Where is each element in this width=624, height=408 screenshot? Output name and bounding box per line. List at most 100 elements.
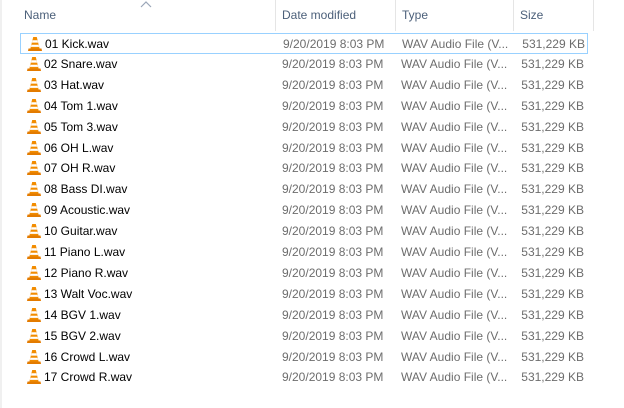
file-row[interactable]: 15 BGV 2.wav 9/20/2019 8:03 PM WAV Audio F… <box>20 326 588 347</box>
file-date-modified: 9/20/2019 8:03 PM <box>282 349 384 364</box>
file-name: 08 Bass DI.wav <box>44 182 128 197</box>
file-size: 531,229 KB <box>521 140 584 155</box>
file-type: WAV Audio File (V... <box>401 161 508 176</box>
file-name: 03 Hat.wav <box>44 77 105 92</box>
file-size: 531,229 KB <box>521 203 584 218</box>
vlc-cone-icon <box>26 328 42 345</box>
file-date-modified: 9/20/2019 8:03 PM <box>282 98 384 113</box>
file-row[interactable]: 08 Bass DI.wav 9/20/2019 8:03 PM WAV Audio… <box>20 179 588 200</box>
vlc-cone-icon <box>26 77 42 94</box>
file-name: 13 Walt Voc.wav <box>44 286 133 301</box>
file-size: 531,229 KB <box>522 37 585 51</box>
vlc-cone-icon <box>26 56 42 73</box>
file-name: 10 Guitar.wav <box>44 224 118 239</box>
file-type: WAV Audio File (V... <box>401 140 508 155</box>
vlc-cone-icon <box>26 119 42 136</box>
file-row[interactable]: 03 Hat.wav 9/20/2019 8:03 PM WAV Audio Fil… <box>20 75 588 96</box>
sort-ascending-icon <box>140 1 152 8</box>
vlc-cone-icon <box>26 223 42 240</box>
vlc-cone-icon <box>27 36 43 53</box>
file-type: WAV Audio File (V... <box>401 245 508 259</box>
column-header-bar: Name Date modified Type Size <box>0 0 624 31</box>
file-type: WAV Audio File (V... <box>401 77 508 92</box>
file-row[interactable]: 14 BGV 1.wav 9/20/2019 8:03 PM WAV Audio F… <box>20 305 588 326</box>
file-name: 06 OH L.wav <box>44 140 114 155</box>
file-row[interactable]: 05 Tom 3.wav 9/20/2019 8:03 PM WAV Audio F… <box>20 117 588 138</box>
window-left-edge <box>0 0 2 408</box>
vlc-cone-icon <box>26 286 42 303</box>
file-size: 531,229 KB <box>521 56 584 71</box>
file-name: 02 Snare.wav <box>44 56 118 71</box>
vlc-cone-icon <box>26 307 42 324</box>
file-type: WAV Audio File (V... <box>401 349 508 364</box>
column-header-date-modified[interactable]: Date modified <box>276 0 396 31</box>
file-row[interactable]: 13 Walt Voc.wav 9/20/2019 8:03 PM WAV Audi… <box>20 284 588 305</box>
file-row[interactable]: 17 Crowd R.wav 9/20/2019 8:03 PM WAV Audio… <box>20 367 588 388</box>
file-size: 531,229 KB <box>521 265 584 280</box>
vlc-cone-icon <box>26 202 42 219</box>
file-date-modified: 9/20/2019 8:03 PM <box>282 307 384 322</box>
column-header-size-label: Size <box>520 8 544 22</box>
column-header-name-label: Name <box>24 8 57 22</box>
file-type: WAV Audio File (V... <box>401 119 508 134</box>
file-row[interactable]: 07 OH R.wav 9/20/2019 8:03 PM WAV Audio Fi… <box>20 158 588 179</box>
file-row[interactable]: 16 Crowd L.wav 9/20/2019 8:03 PM WAV Audio… <box>20 347 588 368</box>
file-size: 531,229 KB <box>521 286 584 301</box>
file-row[interactable]: 04 Tom 1.wav 9/20/2019 8:03 PM WAV Audio F… <box>20 96 588 117</box>
file-type: WAV Audio File (V... <box>402 37 509 51</box>
vlc-cone-icon <box>26 349 42 366</box>
vlc-cone-icon <box>26 98 42 115</box>
file-date-modified: 9/20/2019 8:03 PM <box>282 370 384 385</box>
vlc-cone-icon <box>26 244 42 261</box>
file-type: WAV Audio File (V... <box>401 224 508 239</box>
file-row[interactable]: 02 Snare.wav 9/20/2019 8:03 PM WAV Audio F… <box>20 54 588 75</box>
column-header-size[interactable]: Size <box>514 0 594 31</box>
file-size: 531,229 KB <box>521 328 584 343</box>
file-name: 15 BGV 2.wav <box>44 328 121 343</box>
file-row[interactable]: 10 Guitar.wav 9/20/2019 8:03 PM WAV Audio … <box>20 221 588 242</box>
file-date-modified: 9/20/2019 8:03 PM <box>282 245 384 259</box>
file-name: 09 Acoustic.wav <box>44 203 131 218</box>
file-type: WAV Audio File (V... <box>401 203 508 218</box>
file-type: WAV Audio File (V... <box>401 182 508 197</box>
file-date-modified: 9/20/2019 8:03 PM <box>282 140 384 155</box>
file-date-modified: 9/20/2019 8:03 PM <box>282 182 384 197</box>
file-row[interactable]: 01 Kick.wav 9/20/2019 8:03 PM WAV Audio Fi… <box>20 33 588 54</box>
file-size: 531,229 KB <box>521 119 584 134</box>
file-date-modified: 9/20/2019 8:03 PM <box>282 328 384 343</box>
file-row[interactable]: 11 Piano L.wav 9/20/2019 8:03 PM WAV Audio… <box>20 242 588 263</box>
file-name: 05 Tom 3.wav <box>44 119 118 134</box>
file-size: 531,229 KB <box>521 182 584 197</box>
file-size: 531,229 KB <box>521 77 584 92</box>
file-name: 04 Tom 1.wav <box>44 98 118 113</box>
file-date-modified: 9/20/2019 8:03 PM <box>282 265 384 280</box>
file-date-modified: 9/20/2019 8:03 PM <box>282 77 384 92</box>
file-date-modified: 9/20/2019 8:03 PM <box>282 203 384 218</box>
file-row[interactable]: 09 Acoustic.wav 9/20/2019 8:03 PM WAV Audi… <box>20 200 588 221</box>
file-row[interactable]: 12 Piano R.wav 9/20/2019 8:03 PM WAV Audio… <box>20 263 588 284</box>
vlc-cone-icon <box>26 265 42 282</box>
file-row[interactable]: 06 OH L.wav 9/20/2019 8:03 PM WAV Audio Fi… <box>20 138 588 159</box>
file-type: WAV Audio File (V... <box>401 265 508 280</box>
file-date-modified: 9/20/2019 8:03 PM <box>282 161 384 176</box>
vlc-cone-icon <box>26 369 42 386</box>
file-type: WAV Audio File (V... <box>401 328 508 343</box>
file-size: 531,229 KB <box>521 370 584 385</box>
vlc-cone-icon <box>26 160 42 177</box>
file-size: 531,229 KB <box>521 98 584 113</box>
file-size: 531,229 KB <box>521 307 584 322</box>
file-name: 07 OH R.wav <box>44 161 116 176</box>
file-date-modified: 9/20/2019 8:03 PM <box>283 37 385 51</box>
file-name: 01 Kick.wav <box>45 37 110 51</box>
file-name: 14 BGV 1.wav <box>44 307 121 322</box>
column-header-date-label: Date modified <box>282 8 357 22</box>
file-date-modified: 9/20/2019 8:03 PM <box>282 56 384 71</box>
column-header-type[interactable]: Type <box>396 0 514 31</box>
file-size: 531,229 KB <box>521 349 584 364</box>
file-size: 531,229 KB <box>521 224 584 239</box>
file-name: 17 Crowd R.wav <box>44 370 133 385</box>
file-type: WAV Audio File (V... <box>401 307 508 322</box>
vlc-cone-icon <box>26 181 42 198</box>
file-name: 16 Crowd L.wav <box>44 349 131 364</box>
file-date-modified: 9/20/2019 8:03 PM <box>282 286 384 301</box>
